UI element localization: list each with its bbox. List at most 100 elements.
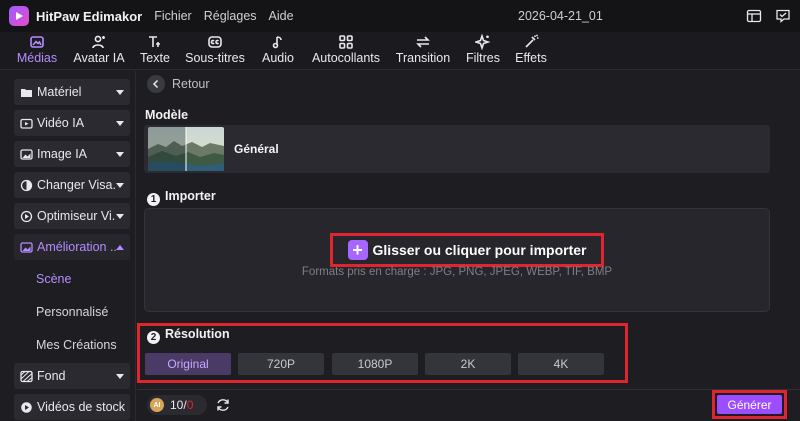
title-bar: HitPaw Edimakor Fichier Réglages Aide 20… [0,0,800,32]
import-title-label: Importer [165,189,216,203]
menu-aide[interactable]: Aide [269,9,294,23]
chevron-down-icon [116,373,124,379]
folder-icon [21,88,32,97]
sidebar-subitem-scene[interactable]: Scène [36,272,71,286]
stock-video-icon [21,401,32,413]
sidebar: Matériel Vidéo IA Image IA Changer Visa.… [0,71,136,421]
transition-icon [416,36,430,48]
tab-filtres-label: Filtres [465,51,501,65]
sidebar-item-changer-visage[interactable]: Changer Visa... [14,172,130,198]
model-card[interactable]: Général [144,125,770,173]
menu-fichier[interactable]: Fichier [154,9,192,23]
resolution-section-title: 2 Résolution [147,327,230,344]
resolution-720p-button[interactable]: 720P [238,353,324,375]
effects-icon [525,34,539,48]
video-ai-icon [20,118,33,129]
ai-coin-icon: AI [150,398,164,412]
image-ai-icon [20,148,33,160]
enhance-icon [20,241,33,253]
tab-transition[interactable]: Transition [394,32,452,70]
sidebar-item-optimiseur-video[interactable]: Optimiseur Vi... [14,203,130,229]
app-logo-icon [9,6,29,26]
tab-texte-label: Texte [140,51,170,65]
sidebar-item-image-ia[interactable]: Image IA [14,141,130,167]
import-label: Glisser ou cliquer pour importer [372,242,587,258]
sidebar-item-videos-de-stock[interactable]: Vidéos de stock [14,394,130,420]
project-title: 2026-04-21_01 [518,9,603,23]
sidebar-item-amelioration[interactable]: Amélioration ... [14,234,130,260]
layout-icon[interactable] [746,8,762,24]
tab-effets[interactable]: Effets [514,32,548,70]
sidebar-item-fond[interactable]: Fond [14,363,130,389]
chevron-down-icon [116,120,124,126]
chevron-down-icon [116,182,124,188]
tab-avatar-ia-label: Avatar IA [73,51,125,65]
chevron-down-icon [116,89,124,95]
chevron-up-icon [116,244,124,250]
resolution-2k-button[interactable]: 2K [425,353,511,375]
text-icon [149,36,160,47]
generate-highlight-frame: Générer [712,390,787,419]
credits-value: 10/0 [170,398,193,412]
sidebar-item-label: Matériel [37,85,82,99]
tab-medias-label: Médias [16,51,58,65]
tab-audio[interactable]: Audio [259,32,297,70]
supported-formats-text: Formats pris en charge : JPG, PNG, JPEG,… [301,266,613,278]
credits-counter: AI 10/0 [147,395,207,415]
tab-transition-label: Transition [395,51,451,65]
menu-reglages[interactable]: Réglages [204,9,257,23]
audio-icon [272,36,282,49]
import-section-title: 1 Importer [147,189,216,206]
tab-avatar-ia[interactable]: Avatar IA [72,32,126,70]
resolution-original-button[interactable]: Original [145,353,231,375]
sidebar-item-label: Changer Visa... [37,178,116,192]
tab-filtres[interactable]: Filtres [464,32,502,70]
app-name: HitPaw Edimakor [36,8,143,24]
sidebar-item-label: Vidéos de stock [37,400,126,414]
import-dropzone[interactable]: + Glisser ou cliquer pour importer Forma… [144,208,770,312]
filters-icon [475,34,491,50]
back-label[interactable]: Retour [172,77,210,91]
step-2-badge: 2 [147,331,160,344]
subtitles-icon [208,36,222,48]
tab-sous-titres[interactable]: Sous-titres [184,32,246,70]
refresh-icon[interactable] [215,397,231,413]
tab-sous-titres-label: Sous-titres [185,51,245,65]
back-arrow-icon[interactable] [147,75,165,93]
main-toolbar: Médias Avatar IA Texte Sous-titres Audio… [0,32,800,102]
back-link[interactable]: Retour [147,75,210,93]
sidebar-item-materiel[interactable]: Matériel [14,79,130,105]
sidebar-item-label: Amélioration ... [37,240,116,254]
tab-texte[interactable]: Texte [138,32,172,70]
resolution-1080p-button[interactable]: 1080P [332,353,418,375]
sidebar-item-label: Optimiseur Vi... [37,209,116,223]
media-icon [30,36,44,48]
chevron-down-icon [116,151,124,157]
sidebar-subitem-personnalise[interactable]: Personnalisé [36,305,108,319]
step-1-badge: 1 [147,193,160,206]
resolution-title-label: Résolution [165,327,230,341]
sidebar-item-video-ia[interactable]: Vidéo IA [14,110,130,136]
menu-bar: Fichier Réglages Aide [154,9,293,23]
feedback-icon[interactable] [775,8,791,24]
credits-remaining: 10 [170,398,184,412]
sidebar-item-label: Image IA [37,147,88,161]
sidebar-subitem-mes-creations[interactable]: Mes Créations [36,338,117,352]
bottom-bar: AI 10/0 Générer [137,389,800,421]
stickers-icon [339,35,353,49]
tab-audio-label: Audio [262,51,294,65]
sidebar-item-label: Vidéo IA [37,116,85,130]
tab-autocollants-label: Autocollants [311,51,381,65]
model-thumbnail [148,127,224,171]
tab-effets-label: Effets [515,51,547,65]
face-swap-icon [20,179,33,191]
resolution-4k-button[interactable]: 4K [518,353,604,375]
generate-button[interactable]: Générer [717,395,782,414]
optimizer-icon [20,210,33,222]
sidebar-item-label: Fond [37,369,66,383]
tab-medias[interactable]: Médias [14,32,60,70]
avatar-icon [92,35,105,49]
plus-icon: + [347,240,368,260]
tab-autocollants[interactable]: Autocollants [310,32,382,70]
import-button[interactable]: + Glisser ou cliquer pour importer [330,233,604,267]
